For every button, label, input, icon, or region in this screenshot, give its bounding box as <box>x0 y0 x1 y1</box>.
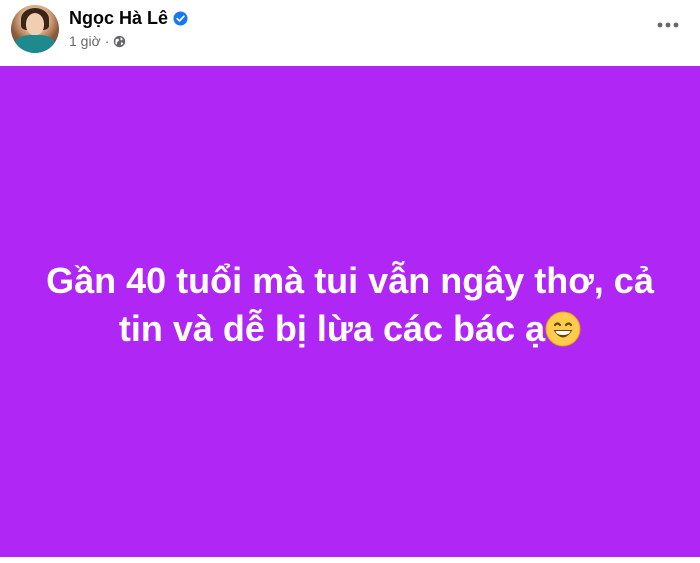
author-avatar[interactable] <box>11 5 59 53</box>
meta-separator: · <box>104 33 110 49</box>
post-meta: 1 giờ · <box>69 33 126 49</box>
post-content-background: Gần 40 tuổi mà tui vẫn ngây thơ, cả tin … <box>0 66 700 557</box>
more-options-button[interactable] <box>656 14 680 34</box>
globe-icon[interactable] <box>113 35 126 48</box>
grinning-face-emoji <box>545 311 581 347</box>
post-timestamp[interactable]: 1 giờ <box>69 33 101 49</box>
verified-badge-icon <box>173 11 188 26</box>
more-horizontal-icon <box>657 15 679 33</box>
author-name-row: Ngọc Hà Lê <box>69 8 188 29</box>
post-text-container: Gần 40 tuổi mà tui vẫn ngây thơ, cả tin … <box>30 257 670 353</box>
post-header: Ngọc Hà Lê 1 giờ · <box>0 0 700 66</box>
author-name[interactable]: Ngọc Hà Lê <box>69 8 168 29</box>
facebook-post: Ngọc Hà Lê 1 giờ · Gần 40 tuổi mà tui vẫ… <box>0 0 700 563</box>
